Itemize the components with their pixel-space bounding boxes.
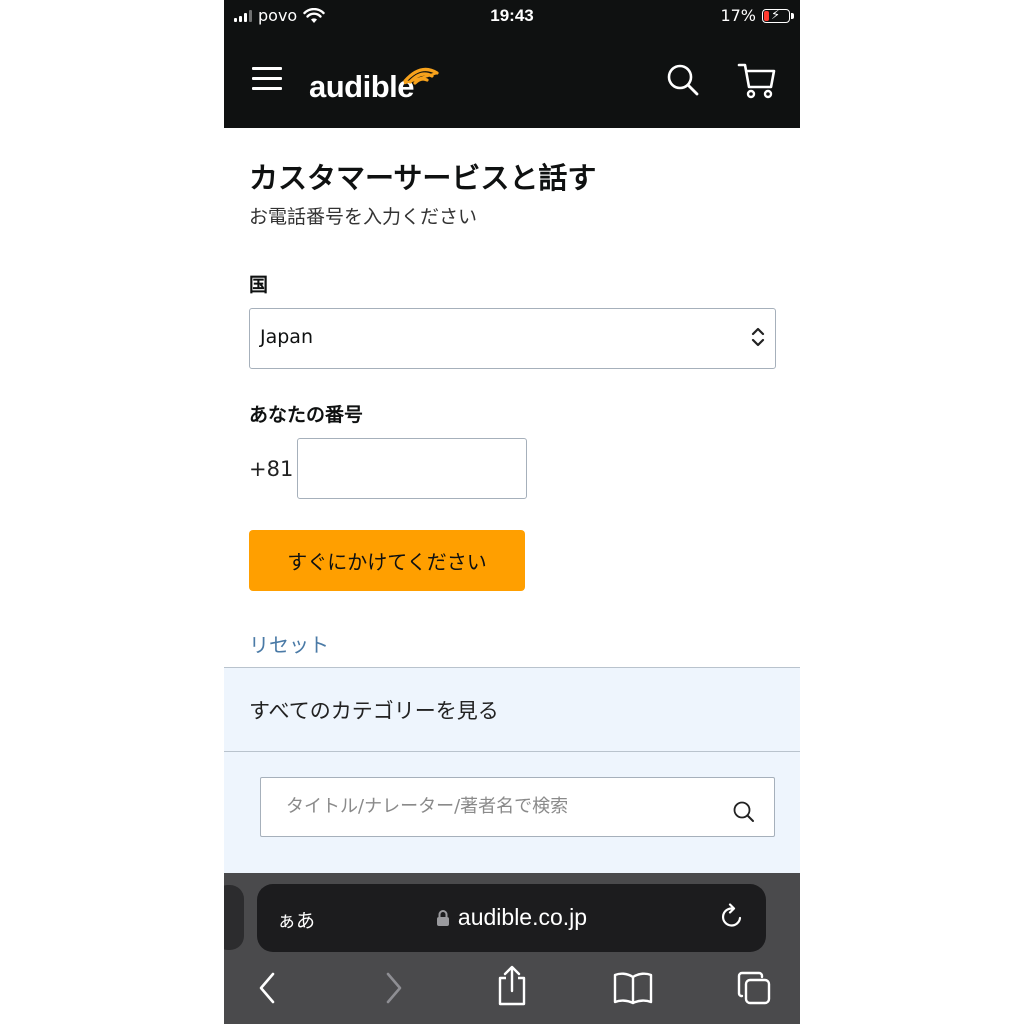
battery-icon: ⚡: [762, 8, 794, 23]
back-icon[interactable]: [256, 968, 280, 1008]
page-subtitle: お電話番号を入力ください: [249, 206, 478, 228]
status-bar: povo 19:43 17% ⚡: [224, 0, 800, 33]
reload-icon[interactable]: [718, 903, 746, 931]
page-title: カスタマーサービスと話す: [249, 161, 597, 195]
audible-logo[interactable]: audible: [309, 55, 439, 105]
phone-number-input[interactable]: [297, 438, 527, 499]
logo-signal-icon: [403, 67, 439, 85]
battery-status: 17% ⚡: [720, 6, 794, 25]
phone-number-row: +81: [249, 438, 775, 499]
browser-chrome: ぁあ audible.co.jp: [224, 873, 800, 1024]
search-icon[interactable]: [666, 63, 700, 97]
forward-icon[interactable]: [381, 968, 405, 1008]
reset-link[interactable]: リセット: [249, 629, 329, 658]
customer-service-form: カスタマーサービスと話す お電話番号を入力ください 国 Japan あなたの番号…: [249, 128, 776, 658]
country-code: +81: [249, 456, 294, 481]
country-select[interactable]: Japan: [249, 308, 776, 369]
search-submit-icon[interactable]: [732, 800, 756, 824]
url-display: audible.co.jp: [257, 904, 766, 931]
clock: 19:43: [490, 6, 534, 25]
select-chevron-icon: [751, 327, 765, 347]
logo-text: audible: [309, 69, 415, 104]
country-value: Japan: [260, 326, 313, 348]
all-categories-link[interactable]: すべてのカテゴリーを見る: [224, 667, 800, 752]
url-text: audible.co.jp: [457, 904, 588, 930]
search-box: [260, 777, 775, 837]
battery-percent: 17%: [720, 6, 756, 25]
phone-screen: povo 19:43 17% ⚡ audible カスタマーサービスと話す お電…: [224, 0, 800, 1024]
call-now-button[interactable]: すぐにかけてください: [249, 530, 525, 591]
search-section: [224, 752, 800, 877]
number-label: あなたの番号: [249, 404, 364, 426]
address-bar[interactable]: ぁあ audible.co.jp: [257, 884, 766, 952]
site-header: audible: [224, 33, 800, 128]
country-label: 国: [249, 274, 269, 296]
previous-tab-peek[interactable]: [224, 885, 244, 950]
lock-icon: [436, 910, 449, 926]
menu-icon[interactable]: [252, 67, 282, 91]
tabs-icon[interactable]: [736, 970, 772, 1006]
bookmarks-icon[interactable]: [613, 970, 653, 1006]
cart-icon[interactable]: [737, 61, 777, 99]
share-icon[interactable]: [496, 964, 528, 1008]
search-input[interactable]: [261, 778, 701, 834]
browser-toolbar: [224, 965, 800, 1018]
